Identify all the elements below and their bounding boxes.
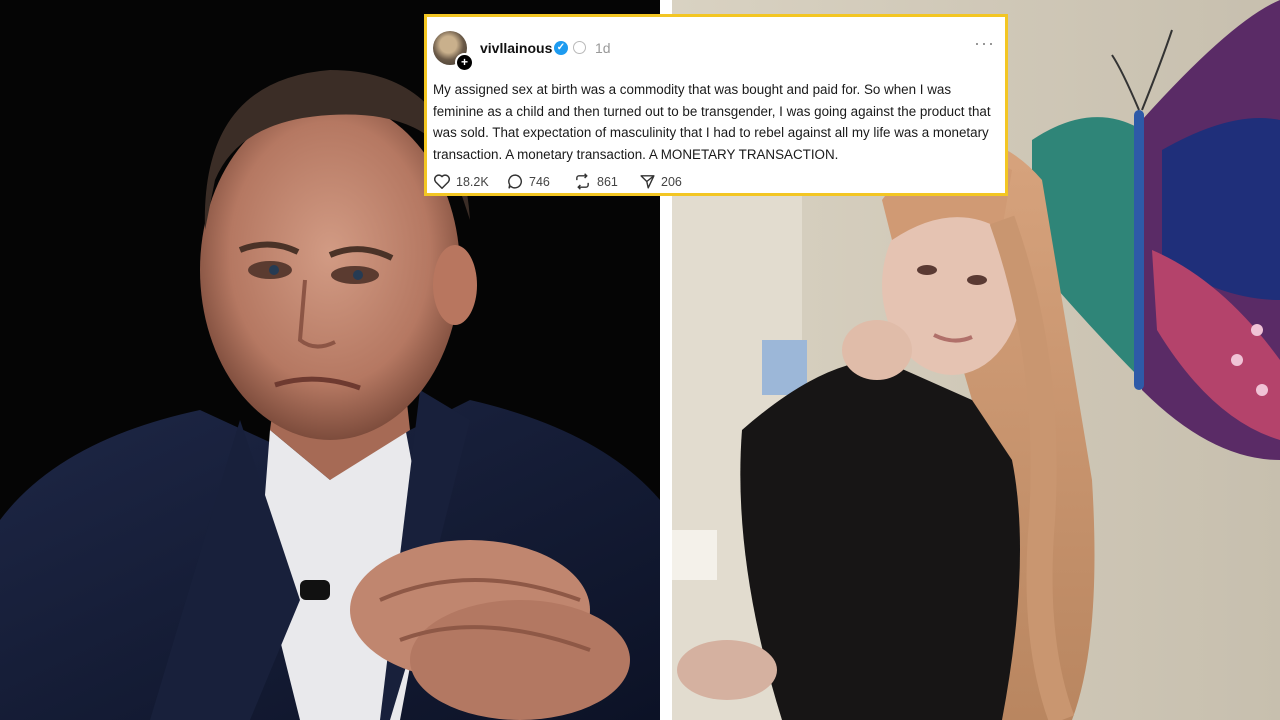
repost-count: 861 [597,174,618,189]
username[interactable]: vivllainous [480,40,552,56]
post-text: My assigned sex at birth was a commodity… [433,82,991,162]
reply-count: 746 [529,174,550,189]
post-card: + vivllainous ✓ 1d ··· My assigned sex a… [424,14,1008,196]
repost-button[interactable]: 861 [573,173,618,190]
share-button[interactable]: 206 [639,173,682,190]
like-button[interactable]: 18.2K [433,173,489,190]
post-header: + vivllainous ✓ 1d ··· [433,31,999,72]
share-count: 206 [661,174,682,189]
avatar-plus-icon[interactable]: + [455,53,474,72]
comment-icon [508,174,522,189]
reply-button[interactable]: 746 [507,173,550,190]
verified-badge-icon: ✓ [554,41,568,55]
post-timestamp: 1d [595,40,611,56]
heart-icon [433,174,451,189]
share-icon [640,175,655,189]
like-count: 18.2K [456,174,489,189]
post-actions: 18.2K 746 861 206 [433,173,993,193]
repost-icon [576,173,589,190]
ai-label-icon [573,41,586,54]
more-icon[interactable]: ··· [974,33,995,54]
